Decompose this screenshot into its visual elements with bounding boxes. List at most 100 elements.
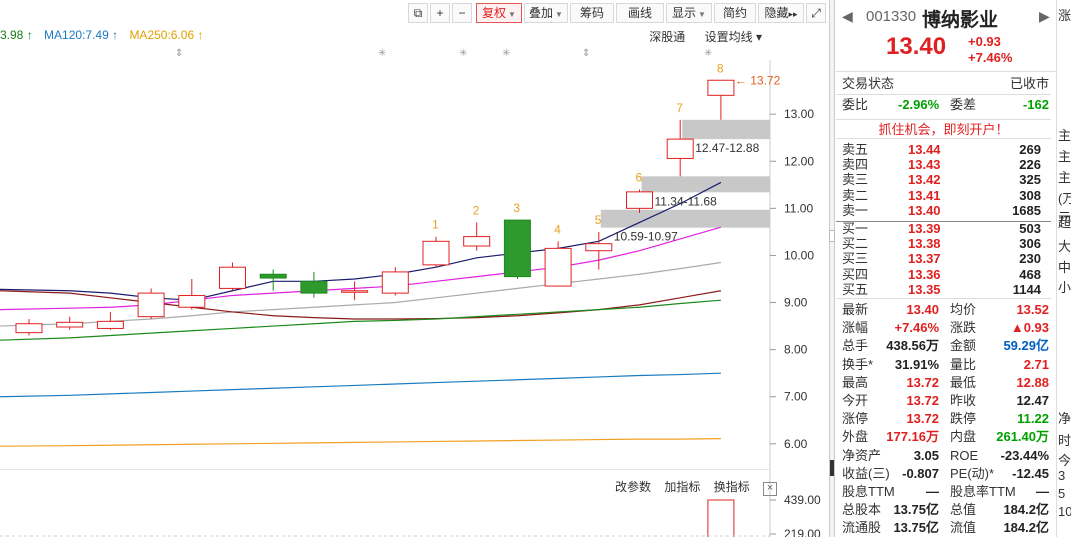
candle-body bbox=[463, 236, 491, 247]
ma-settings-dropdown[interactable]: 设置均线 ▾ bbox=[705, 30, 762, 44]
yincang-button[interactable]: 隐藏▸▸ bbox=[758, 3, 804, 23]
chart-links: 深股通 设置均线 ▾ bbox=[633, 28, 762, 45]
side-panel-clipped: 涨主主主(万元超大中小净时今3510 bbox=[1056, 0, 1071, 537]
stat-label: 涨幅 bbox=[842, 320, 869, 336]
stat-value: 13.40 bbox=[906, 302, 939, 317]
splitter-knob[interactable] bbox=[829, 230, 835, 242]
stat-label: 金额 bbox=[950, 338, 977, 354]
side-label: 5 bbox=[1058, 486, 1066, 501]
candle-body bbox=[666, 138, 694, 159]
stat-row: 总股本 13.75亿 总值 184.2亿 bbox=[836, 501, 1051, 519]
bid-level-row[interactable]: 买三 13.37 230 bbox=[836, 251, 1051, 266]
xianshi-dropdown[interactable]: 显示 ▼ bbox=[666, 3, 712, 23]
stat-label: 总股本 bbox=[842, 502, 882, 518]
event-mark-icon[interactable]: ⇕ bbox=[582, 48, 590, 59]
ask-label: 卖五 bbox=[842, 142, 869, 157]
candle-count-label: 7 bbox=[676, 101, 683, 115]
stat-value: 13.72 bbox=[906, 393, 939, 408]
jianyue-button[interactable]: 简约 bbox=[714, 3, 756, 23]
stat-label: 总手 bbox=[842, 338, 869, 354]
next-stock-icon[interactable]: ▶ bbox=[1039, 8, 1050, 25]
switch-indicator-button[interactable]: 换指标 bbox=[714, 480, 750, 494]
stat-row: 收益(三) -0.807 PE(动)* -12.45 bbox=[836, 465, 1051, 483]
chevron-down-icon: ▼ bbox=[508, 10, 516, 19]
last-price: 13.40 bbox=[886, 33, 947, 60]
event-mark-icon[interactable]: ✳ bbox=[502, 48, 510, 59]
add-indicator-button[interactable]: 加指标 bbox=[664, 480, 700, 494]
expand-icon[interactable]: ⤢ bbox=[806, 3, 826, 23]
diejia-label: 叠加 bbox=[529, 6, 554, 20]
side-label: 3 bbox=[1058, 468, 1066, 483]
diejia-dropdown[interactable]: 叠加 ▼ bbox=[524, 3, 568, 23]
stat-value: 2.71 bbox=[1023, 356, 1049, 372]
ma-legend: 3.98 ↑ MA120:7.49 ↑ MA250:6.06 ↑ bbox=[0, 28, 211, 44]
stat-label: 均价 bbox=[950, 302, 977, 317]
stat-value: 59.29亿 bbox=[1003, 338, 1049, 354]
bid-volume: 230 bbox=[1019, 251, 1041, 267]
stat-row: 涨停 13.72 跌停 11.22 bbox=[836, 410, 1051, 428]
stat-value: 184.2亿 bbox=[1003, 520, 1049, 536]
change-params-button[interactable]: 改参数 bbox=[615, 480, 651, 494]
collapse-handle[interactable] bbox=[830, 460, 834, 476]
stat-label: 股息TTM bbox=[842, 484, 895, 499]
stat-label: 流通股 bbox=[842, 520, 882, 536]
bid-volume: 306 bbox=[1019, 236, 1041, 252]
chevron-down-icon: ▼ bbox=[698, 10, 706, 19]
side-label: 今 bbox=[1058, 453, 1071, 468]
stock-name: 博纳影业 bbox=[922, 10, 999, 31]
ask-level-row[interactable]: 卖五 13.44 269 bbox=[836, 142, 1051, 157]
ask-volume: 269 bbox=[1019, 142, 1041, 157]
zoom-out-button[interactable]: − bbox=[452, 3, 472, 23]
bid-level-row[interactable]: 买二 13.38 306 bbox=[836, 236, 1051, 251]
y-tick-label: 6.00 bbox=[784, 437, 808, 451]
ask-level-row[interactable]: 卖四 13.43 226 bbox=[836, 157, 1051, 172]
candle-body bbox=[219, 266, 246, 289]
zoom-in-button[interactable]: + bbox=[430, 3, 450, 23]
stat-value: 438.56万 bbox=[886, 338, 939, 354]
close-icon[interactable]: × bbox=[763, 482, 778, 496]
ask-volume: 226 bbox=[1019, 157, 1041, 173]
ask-level-row[interactable]: 卖三 13.42 325 bbox=[836, 172, 1051, 187]
gap-range-label: 10.59-10.97 bbox=[614, 230, 678, 244]
pane-splitter[interactable] bbox=[829, 0, 835, 537]
ask-level-row[interactable]: 卖二 13.41 308 bbox=[836, 188, 1051, 203]
chevron-down-icon: ▼ bbox=[555, 10, 563, 19]
stat-row: 换手* 31.91% 量比 2.71 bbox=[836, 356, 1051, 374]
shengutong-link[interactable]: 深股通 bbox=[649, 30, 685, 44]
bid-level-row[interactable]: 买一 13.39 503 bbox=[836, 221, 1051, 236]
ma-line bbox=[0, 438, 721, 447]
open-account-link[interactable]: 抓住机会，即刻开户！ bbox=[836, 119, 1051, 139]
event-mark-icon[interactable]: ✳ bbox=[378, 48, 386, 59]
side-label: 主 bbox=[1058, 170, 1071, 185]
stat-row: 最高 13.72 最低 12.88 bbox=[836, 374, 1051, 392]
stat-row: 流通股 13.75亿 流值 184.2亿 bbox=[836, 519, 1051, 537]
bid-level-row[interactable]: 买四 13.36 468 bbox=[836, 267, 1051, 282]
stat-value: 13.75亿 bbox=[893, 520, 939, 536]
stat-value: -12.45 bbox=[1012, 465, 1049, 481]
bid-label: 买四 bbox=[842, 266, 869, 282]
candle-body bbox=[15, 323, 43, 334]
huaxian-button[interactable]: 画线 bbox=[616, 3, 664, 23]
event-mark-icon[interactable]: ✳ bbox=[459, 48, 467, 59]
side-label: 时 bbox=[1058, 433, 1071, 448]
kline-chart-svg[interactable]: 13.00 12.00 11.00 10.00 9.00 8.00 7.00 6.00 1 2 3 4… bbox=[0, 60, 830, 537]
ask-volume: 1685 bbox=[1012, 202, 1041, 218]
restore-icon[interactable]: ⧉ bbox=[408, 3, 428, 23]
event-mark-icon[interactable]: ⇕ bbox=[175, 48, 183, 59]
ask-level-row[interactable]: 卖一 13.40 1685 bbox=[836, 203, 1051, 218]
candle-body bbox=[178, 294, 206, 308]
bid-level-row[interactable]: 买五 13.35 1144 bbox=[836, 282, 1051, 297]
bid-price: 13.35 bbox=[908, 281, 941, 297]
event-mark-icon[interactable]: ✳ bbox=[704, 48, 712, 59]
status-value: 已收市 bbox=[1009, 76, 1049, 91]
stat-label: 跌停 bbox=[950, 411, 977, 427]
candle-count-label: 1 bbox=[432, 218, 439, 232]
candle-body bbox=[422, 240, 450, 266]
bid-price: 13.37 bbox=[908, 251, 941, 267]
prev-stock-icon[interactable]: ◀ bbox=[842, 8, 853, 25]
stat-value: 177.16万 bbox=[886, 429, 939, 445]
bid-volume: 503 bbox=[1019, 221, 1041, 236]
chouma-button[interactable]: 筹码 bbox=[570, 3, 614, 23]
fuquan-dropdown[interactable]: 复权 ▼ bbox=[476, 3, 522, 23]
volume-tick-label: 439.00 bbox=[784, 493, 821, 507]
